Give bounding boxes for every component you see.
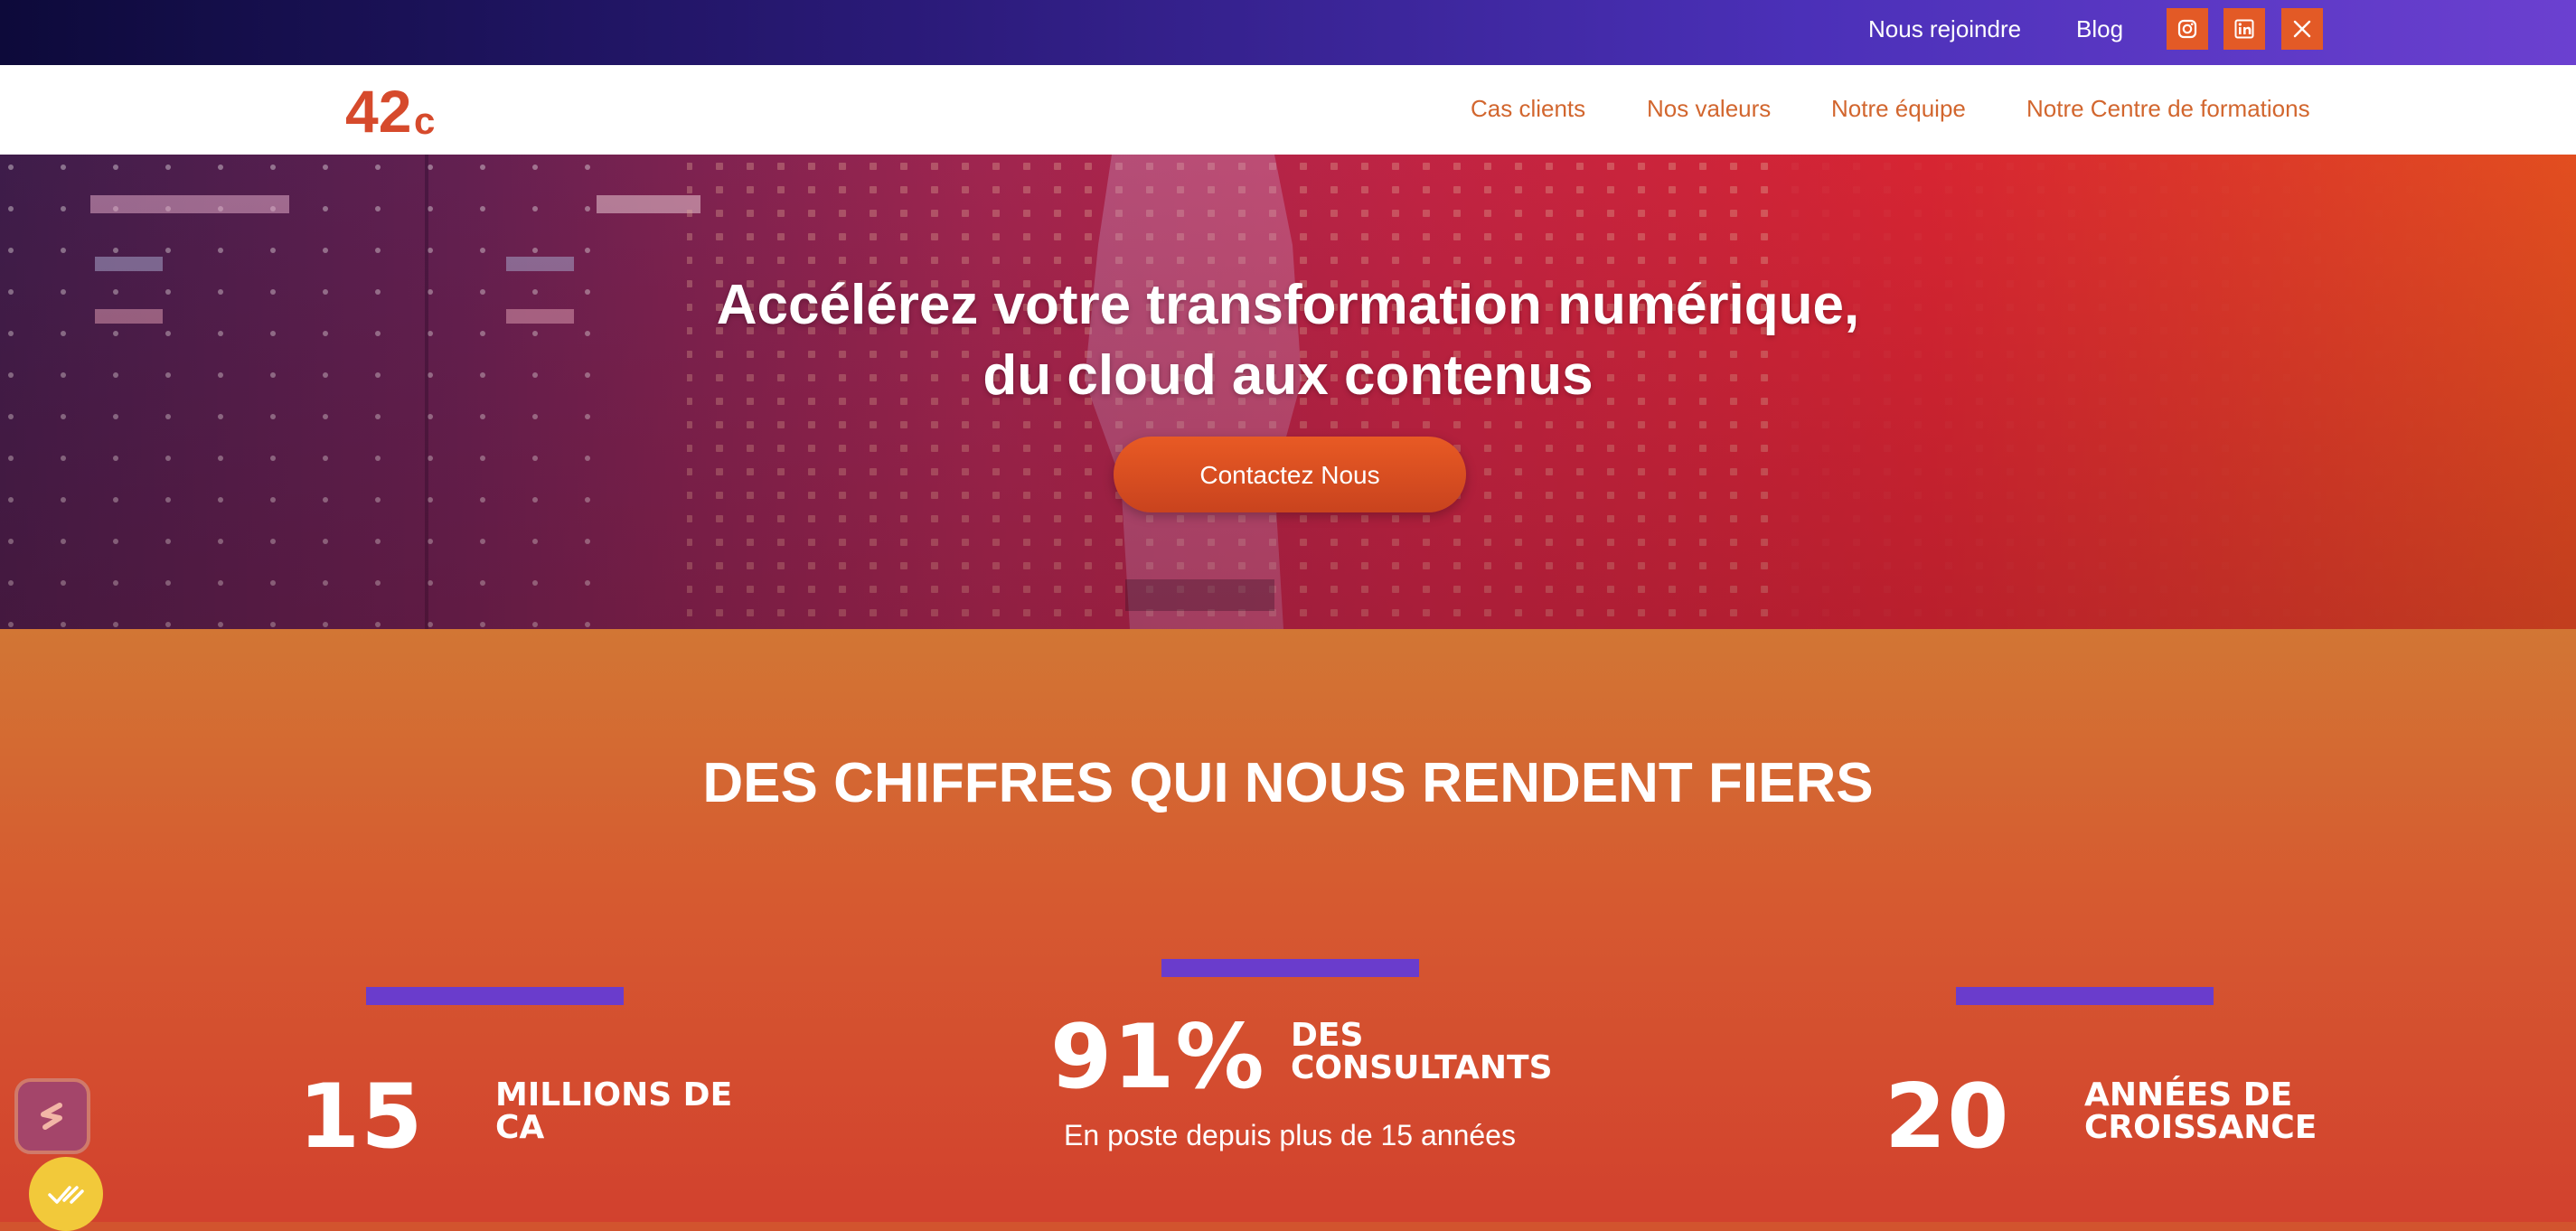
linkedin-icon[interactable] [2223,8,2265,50]
nav-item-cas-clients[interactable]: Cas clients [1471,95,1585,122]
stat-value: 15 [298,1066,424,1169]
hero-section: Accélérez votre transformation numérique… [0,155,2576,629]
cookie-consent-button[interactable] [29,1157,103,1231]
logo-number: 42 [345,80,411,139]
hero-title-line2: du cloud aux contenus [982,344,1594,407]
top-bar: Nous rejoindre Blog [0,0,2576,65]
s-logo-icon [41,1103,62,1130]
stats-heading: DES CHIFFRES QUI NOUS RENDENT FIERS [702,752,1874,814]
instagram-icon[interactable] [2167,8,2208,50]
hero-title-line1: Accélérez votre transformation numérique… [716,274,1860,336]
stat-value: 91% [1050,1006,1265,1109]
main-nav: 42 c Cas clients Nos valeurs Notre équip… [0,65,2576,155]
company-logo[interactable]: 42 c [345,78,454,145]
stat-subtext: En poste depuis plus de 15 années [1064,1119,1516,1151]
chat-widget-button[interactable] [14,1078,90,1154]
stat-value: 20 [1885,1066,2010,1169]
join-link[interactable]: Nous rejoindre [1868,15,2021,42]
stats-section: DES CHIFFRES QUI NOUS RENDENT FIERS 15 M… [0,629,2576,1222]
checkmark-icon [48,1186,84,1204]
stat-accent-bar [366,987,624,1005]
x-icon[interactable] [2281,8,2323,50]
nav-item-notre-equipe[interactable]: Notre équipe [1831,95,1966,122]
blog-link[interactable]: Blog [2076,15,2123,42]
stat-label: ANNÉES DE CROISSANCE [2084,1076,2317,1146]
stat-accent-bar [1956,987,2214,1005]
stat-label: DES CONSULTANTS [1291,1017,1553,1086]
hero-title: Accélérez votre transformation numérique… [452,270,2124,411]
nav-item-nos-valeurs[interactable]: Nos valeurs [1647,95,1771,122]
stat-accent-bar [1161,959,1419,977]
logo-letter: c [414,99,435,139]
nav-item-centre-formations[interactable]: Notre Centre de formations [2026,95,2310,122]
stat-label: MILLIONS DE CA [495,1076,733,1146]
contact-button[interactable]: Contactez Nous [1114,437,1466,512]
